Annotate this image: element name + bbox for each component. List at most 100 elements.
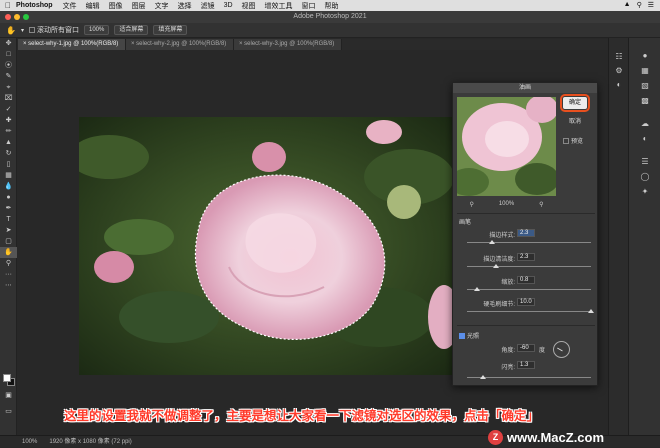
cleanliness-input[interactable]: 2.3 (517, 253, 535, 261)
patterns-panel-icon[interactable]: ▩ (629, 93, 660, 108)
filter-preview[interactable] (457, 97, 556, 196)
frame-tool-icon[interactable]: ⌧ (0, 93, 17, 104)
scale-slider-thumb[interactable] (473, 287, 480, 291)
panel-icon-strip: ☷ ⚙ ◐ (608, 38, 628, 435)
gradients-panel-icon[interactable]: ▧ (629, 78, 660, 93)
oil-paint-dialog: 油画 确定 取消 预览 ⚲ 100% ⚲ 画笔 描边样式: 2.3 描边清洁度:… (452, 82, 598, 386)
foreground-color-swatch[interactable] (3, 374, 11, 382)
menu-file[interactable]: 文件 (63, 1, 77, 11)
gradient-tool-icon[interactable]: ▦ (0, 170, 17, 181)
type-tool-icon[interactable]: T (0, 214, 17, 225)
ok-button[interactable]: 确定 (560, 94, 590, 112)
dodge-tool-icon[interactable]: ● (0, 192, 17, 203)
tab-document-1[interactable]: × select-why-1.jpg @ 100%(RGB/8) (18, 39, 126, 50)
wifi-icon[interactable]: ▲ (624, 1, 631, 9)
adjustments-panel-icon[interactable]: ◐ (609, 78, 629, 92)
pen-tool-icon[interactable]: ✒ (0, 203, 17, 214)
tab-document-3[interactable]: × select-why-3.jpg @ 100%(RGB/8) (234, 39, 342, 50)
scale-slider[interactable] (467, 287, 591, 291)
watermark-text: www.MacZ.com (507, 430, 605, 445)
hand-tool-icon-toolbar[interactable]: ✋ (0, 247, 17, 258)
path-select-tool-icon[interactable]: ➤ (0, 225, 17, 236)
cancel-button[interactable]: 取消 (563, 116, 587, 125)
menu-view[interactable]: 视图 (242, 1, 256, 11)
tool-preset-chevron-icon[interactable]: ▾ (21, 27, 24, 34)
bristle-input[interactable]: 10.0 (517, 298, 535, 306)
menu-image[interactable]: 图像 (109, 1, 123, 11)
document-tabs: × select-why-1.jpg @ 100%(RGB/8) × selec… (18, 39, 608, 50)
menu-layer[interactable]: 图层 (132, 1, 146, 11)
history-panel-icon[interactable]: ☷ (609, 50, 629, 64)
brush-tool-icon[interactable]: ✏ (0, 126, 17, 137)
preview-checkbox[interactable]: 预览 (563, 136, 583, 145)
blur-tool-icon[interactable]: 💧 (0, 181, 17, 192)
search-icon[interactable]: ⚲ (637, 1, 642, 9)
color-panel-icon[interactable]: ● (629, 48, 660, 63)
lighting-checkbox[interactable] (459, 333, 465, 340)
scale-input[interactable]: 0.8 (517, 276, 535, 284)
angle-dial-indicator (557, 347, 563, 352)
zoom-100-button[interactable]: 100% (83, 25, 110, 35)
eyedropper-tool-icon[interactable]: ✓ (0, 104, 17, 115)
menu-plugins[interactable]: 增效工具 (265, 1, 293, 11)
cleanliness-slider-thumb[interactable] (492, 264, 499, 268)
crop-tool-icon[interactable]: ⌖ (0, 82, 17, 93)
rectangle-tool-icon[interactable]: ▢ (0, 236, 17, 247)
screen-mode-icon[interactable]: ▭ (0, 406, 17, 417)
fill-screen-button[interactable]: 填充屏幕 (153, 25, 188, 35)
properties-panel-icon[interactable]: ⚙ (609, 64, 629, 78)
fit-screen-button[interactable]: 适合屏幕 (114, 25, 149, 35)
angle-dial[interactable] (553, 341, 570, 358)
more-tools-icon[interactable]: ··· (0, 269, 17, 280)
paths-panel-icon[interactable]: ✦ (629, 184, 660, 199)
menu-type[interactable]: 文字 (155, 1, 169, 11)
close-window-button[interactable] (5, 14, 11, 20)
control-center-icon[interactable]: ☰ (648, 1, 654, 9)
stylization-input[interactable]: 2.3 (517, 229, 535, 237)
swatches-panel-icon[interactable]: ▦ (629, 63, 660, 78)
adjust-panel-icon[interactable]: ◐ (629, 131, 660, 146)
menu-edit[interactable]: 编辑 (86, 1, 100, 11)
quick-select-tool-icon[interactable]: ✎ (0, 71, 17, 82)
menu-select[interactable]: 选择 (178, 1, 192, 11)
document-image[interactable] (79, 117, 452, 375)
menu-3d[interactable]: 3D (224, 2, 233, 9)
channels-panel-icon[interactable]: ◯ (629, 169, 660, 184)
libraries-panel-icon[interactable]: ☁ (629, 116, 660, 131)
hand-tool-icon[interactable]: ✋ (6, 26, 16, 35)
bristle-slider-thumb[interactable] (588, 309, 594, 313)
bristle-slider[interactable] (467, 309, 594, 313)
status-zoom[interactable]: 100% (22, 436, 37, 447)
tab-document-2[interactable]: × select-why-2.jpg @ 100%(RGB/8) (126, 39, 234, 50)
menu-filter[interactable]: 滤镜 (201, 1, 215, 11)
shine-slider-thumb[interactable] (480, 375, 487, 379)
angle-input[interactable]: -60 (517, 344, 535, 352)
app-menu[interactable]: Photoshop (16, 2, 53, 9)
edit-toolbar-icon[interactable]: ⋯ (0, 280, 17, 291)
eraser-tool-icon[interactable]: ▯ (0, 159, 17, 170)
history-brush-tool-icon[interactable]: ↻ (0, 148, 17, 159)
cleanliness-slider[interactable] (467, 264, 591, 268)
zoom-in-icon[interactable]: ⚲ (539, 201, 543, 208)
minimize-window-button[interactable] (14, 14, 20, 20)
shine-slider[interactable] (467, 375, 591, 379)
stylization-slider-thumb[interactable] (488, 240, 495, 244)
marquee-tool-icon[interactable]: □ (0, 49, 17, 60)
scroll-all-windows-checkbox[interactable]: 滚动所有窗口 (28, 25, 79, 35)
stylization-label: 描边样式: (489, 233, 515, 239)
shine-input[interactable]: 1.3 (517, 361, 535, 369)
apple-icon[interactable]:  (0, 1, 16, 10)
stylization-slider[interactable] (467, 240, 591, 244)
menu-help[interactable]: 帮助 (325, 1, 339, 11)
healing-brush-tool-icon[interactable]: ✚ (0, 115, 17, 126)
layers-panel-icon[interactable]: ☰ (629, 154, 660, 169)
quick-mask-icon[interactable]: ▣ (0, 390, 17, 401)
zoom-window-button[interactable] (23, 14, 29, 20)
zoom-tool-icon[interactable]: ⚲ (0, 258, 17, 269)
menu-window[interactable]: 窗口 (302, 1, 316, 11)
zoom-out-icon[interactable]: ⚲ (469, 201, 473, 208)
clone-stamp-tool-icon[interactable]: ▲ (0, 137, 17, 148)
status-doc-info[interactable]: 1920 像素 x 1080 像素 (72 ppi) (49, 436, 131, 447)
move-tool-icon[interactable]: ✥ (0, 38, 17, 49)
lasso-tool-icon[interactable]: ⦿ (0, 60, 17, 71)
